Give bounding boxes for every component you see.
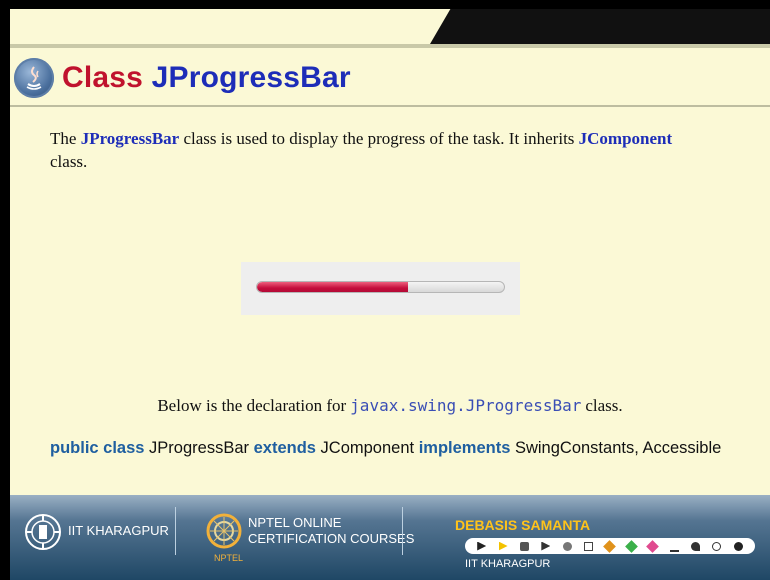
java-logo-icon xyxy=(14,58,54,98)
shape-icon[interactable] xyxy=(584,541,594,551)
title-rule xyxy=(10,105,770,107)
marker-green-icon[interactable] xyxy=(624,539,638,553)
marker-orange-icon[interactable] xyxy=(603,539,617,553)
declaration-line: Below is the declaration for javax.swing.… xyxy=(10,396,770,416)
para-text-2: class is used to display the progress of… xyxy=(179,129,579,148)
sig-text-2: JComponent xyxy=(315,439,419,457)
pen-icon[interactable] xyxy=(519,541,529,551)
para-keyword-1: JProgressBar xyxy=(80,129,180,148)
top-dark-band xyxy=(430,9,770,44)
slide: Class JProgressBar The JProgressBar clas… xyxy=(10,9,770,580)
para-keyword-2: JComponent xyxy=(578,129,673,148)
footer-nptel-line1: NPTEL ONLINE xyxy=(248,515,342,530)
footer-bar: IIT KHARAGPUR NPTEL NPTEL ONLINE CERTIFI… xyxy=(10,495,770,580)
footer-nptel-line2: CERTIFICATION COURSES xyxy=(248,531,415,546)
arrow-icon[interactable] xyxy=(541,541,551,551)
menu-icon[interactable] xyxy=(733,541,743,551)
pointer-icon[interactable] xyxy=(477,541,487,551)
progress-bar-demo xyxy=(241,262,520,315)
iit-emblem-icon xyxy=(25,514,61,550)
slide-title: Class JProgressBar xyxy=(62,61,351,95)
footer-institute: IIT KHARAGPUR xyxy=(68,523,169,538)
marker-pink-icon[interactable] xyxy=(646,539,660,553)
nptel-logo-icon xyxy=(206,513,242,549)
presenter-institute: IIT KHARAGPUR xyxy=(465,558,551,570)
clear-icon[interactable] xyxy=(712,541,722,551)
presenter-name: DEBASIS SAMANTA xyxy=(455,517,591,533)
sig-keyword-2: extends xyxy=(253,439,316,457)
declaration-suffix: class. xyxy=(585,396,623,415)
footer-nptel-small: NPTEL xyxy=(214,553,244,563)
description-paragraph: The JProgressBar class is used to displa… xyxy=(50,127,740,173)
para-text-3: class. xyxy=(50,152,88,171)
sig-keyword-3: implements xyxy=(418,439,511,457)
highlighter-yellow-icon[interactable] xyxy=(498,541,508,551)
footer-divider-1 xyxy=(175,507,176,555)
para-text-1: The xyxy=(50,129,81,148)
sig-keyword-1: public class xyxy=(50,439,145,457)
top-divider xyxy=(10,44,770,48)
eraser-icon[interactable] xyxy=(562,541,572,551)
title-highlight: JProgressBar xyxy=(151,61,351,94)
declaration-code: javax.swing.JProgressBar xyxy=(350,396,582,415)
sig-text-1: JProgressBar xyxy=(144,439,254,457)
line-icon[interactable] xyxy=(669,541,679,552)
progress-bar-fill xyxy=(257,282,408,292)
class-signature: public class JProgressBar extends JCompo… xyxy=(50,439,770,458)
title-bar: Class JProgressBar xyxy=(14,55,351,101)
pin-icon[interactable] xyxy=(690,541,700,551)
sig-text-3: SwingConstants, Accessible xyxy=(510,439,722,457)
footer-divider-2 xyxy=(402,507,403,555)
progress-bar-track xyxy=(256,281,505,293)
title-prefix: Class xyxy=(62,61,152,94)
declaration-prefix: Below is the declaration for xyxy=(157,396,347,415)
annotation-toolbar[interactable] xyxy=(465,538,755,554)
